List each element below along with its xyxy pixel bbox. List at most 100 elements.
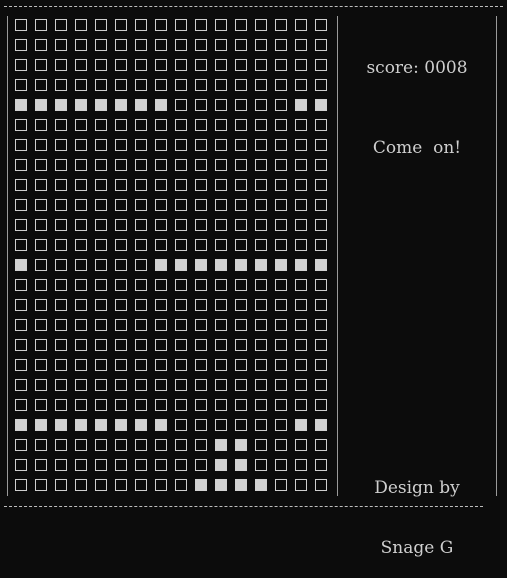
filled-block — [155, 99, 167, 111]
empty-cell — [55, 159, 67, 171]
empty-cell — [15, 399, 27, 411]
empty-cell — [295, 179, 307, 191]
filled-block — [115, 419, 127, 431]
score-value: 0008 — [424, 58, 468, 78]
empty-cell — [255, 299, 267, 311]
empty-cell — [175, 359, 187, 371]
empty-cell — [195, 119, 207, 131]
empty-cell — [295, 399, 307, 411]
empty-cell — [235, 39, 247, 51]
empty-cell — [75, 199, 87, 211]
empty-cell — [235, 59, 247, 71]
empty-cell — [235, 279, 247, 291]
empty-cell — [135, 259, 147, 271]
empty-cell — [135, 19, 147, 31]
filled-block — [55, 419, 67, 431]
empty-cell — [15, 479, 27, 491]
empty-cell — [75, 219, 87, 231]
empty-cell — [295, 459, 307, 471]
empty-cell — [235, 239, 247, 251]
empty-cell — [15, 179, 27, 191]
filled-block — [175, 259, 187, 271]
empty-cell — [115, 379, 127, 391]
empty-cell — [95, 339, 107, 351]
empty-cell — [15, 459, 27, 471]
empty-cell — [275, 419, 287, 431]
empty-cell — [135, 279, 147, 291]
empty-cell — [195, 419, 207, 431]
left-border — [7, 16, 8, 496]
empty-cell — [235, 79, 247, 91]
empty-cell — [275, 199, 287, 211]
empty-cell — [175, 299, 187, 311]
empty-cell — [175, 459, 187, 471]
empty-cell — [255, 119, 267, 131]
empty-cell — [195, 179, 207, 191]
filled-block — [215, 259, 227, 271]
empty-cell — [255, 339, 267, 351]
empty-cell — [35, 39, 47, 51]
empty-cell — [135, 439, 147, 451]
empty-cell — [155, 199, 167, 211]
empty-cell — [255, 199, 267, 211]
empty-cell — [295, 379, 307, 391]
empty-cell — [115, 439, 127, 451]
empty-cell — [75, 119, 87, 131]
empty-cell — [15, 279, 27, 291]
empty-cell — [255, 79, 267, 91]
empty-cell — [135, 179, 147, 191]
empty-cell — [75, 379, 87, 391]
filled-block — [75, 99, 87, 111]
empty-cell — [315, 379, 327, 391]
empty-cell — [35, 59, 47, 71]
empty-cell — [15, 199, 27, 211]
empty-cell — [295, 279, 307, 291]
filled-block — [95, 419, 107, 431]
empty-cell — [35, 19, 47, 31]
filled-block — [235, 259, 247, 271]
empty-cell — [315, 279, 327, 291]
empty-cell — [215, 19, 227, 31]
game-board — [14, 18, 334, 498]
empty-cell — [175, 339, 187, 351]
filled-block — [15, 419, 27, 431]
empty-cell — [135, 59, 147, 71]
empty-cell — [195, 219, 207, 231]
empty-cell — [75, 39, 87, 51]
empty-cell — [55, 19, 67, 31]
empty-cell — [75, 19, 87, 31]
empty-cell — [315, 459, 327, 471]
empty-cell — [275, 319, 287, 331]
empty-cell — [35, 259, 47, 271]
empty-cell — [295, 59, 307, 71]
empty-cell — [255, 99, 267, 111]
empty-cell — [135, 199, 147, 211]
empty-cell — [55, 479, 67, 491]
empty-cell — [135, 119, 147, 131]
empty-cell — [195, 439, 207, 451]
empty-cell — [115, 199, 127, 211]
empty-cell — [275, 399, 287, 411]
filled-block — [35, 419, 47, 431]
empty-cell — [295, 79, 307, 91]
filled-block — [215, 459, 227, 471]
empty-cell — [295, 39, 307, 51]
empty-cell — [175, 179, 187, 191]
empty-cell — [15, 219, 27, 231]
empty-cell — [215, 59, 227, 71]
empty-cell — [15, 239, 27, 251]
empty-cell — [295, 159, 307, 171]
empty-cell — [35, 159, 47, 171]
empty-cell — [195, 319, 207, 331]
empty-cell — [215, 359, 227, 371]
empty-cell — [135, 479, 147, 491]
empty-cell — [75, 59, 87, 71]
filled-block — [295, 419, 307, 431]
empty-cell — [115, 139, 127, 151]
empty-cell — [315, 179, 327, 191]
empty-cell — [215, 279, 227, 291]
empty-cell — [275, 139, 287, 151]
empty-cell — [175, 319, 187, 331]
filled-block — [235, 479, 247, 491]
empty-cell — [275, 279, 287, 291]
